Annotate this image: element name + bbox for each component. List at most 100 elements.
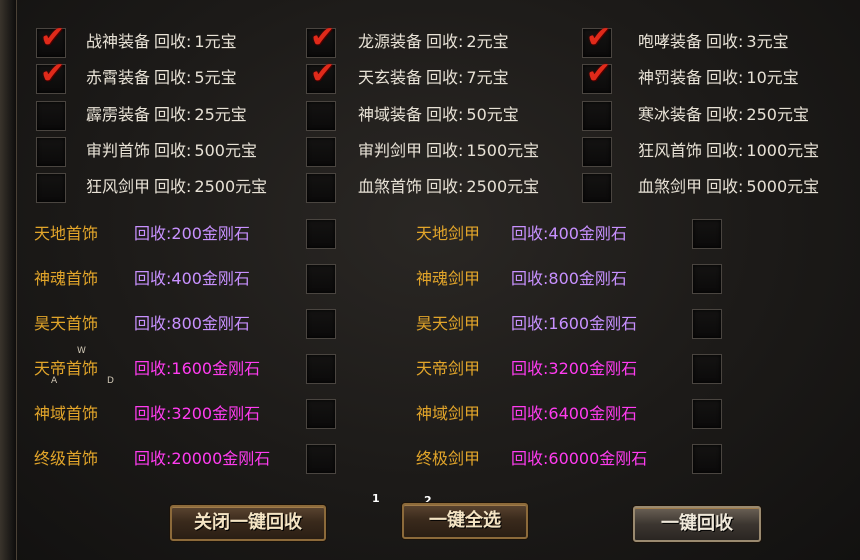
diamond-item-checkbox[interactable] xyxy=(306,219,336,249)
wasd-a-hint: A xyxy=(51,376,58,386)
diamond-item-checkbox[interactable] xyxy=(692,399,722,429)
item-label: 咆哮装备 回收: 3元宝 xyxy=(638,32,789,52)
item-checkbox[interactable] xyxy=(36,101,66,131)
item-label: 天玄装备 回收: 7元宝 xyxy=(358,68,509,88)
diamond-item-checkbox[interactable] xyxy=(306,264,336,294)
select-all-button[interactable]: 一键全选 xyxy=(402,503,528,539)
check-mark-icon: ✔ xyxy=(40,56,66,91)
hotkey-1-label: 1 xyxy=(372,492,380,505)
item-checkbox[interactable]: ✔ xyxy=(306,23,336,58)
item-checkbox[interactable] xyxy=(306,173,336,203)
diamond-item-name: 天地剑甲 xyxy=(416,224,481,243)
item-checkbox[interactable] xyxy=(582,101,612,131)
diamond-item-name: 天帝首饰 xyxy=(34,359,99,378)
item-name: 寒冰装备 xyxy=(638,105,703,124)
diamond-item-checkbox[interactable] xyxy=(692,309,722,339)
recycle-prefix: 回收: xyxy=(426,141,464,160)
item-price: 2元宝 xyxy=(466,32,509,51)
diamond-item-name: 昊天剑甲 xyxy=(416,314,481,333)
item-price: 1元宝 xyxy=(194,32,237,51)
item-label: 霹雳装备 回收: 25元宝 xyxy=(86,105,247,125)
recycle-prefix: 回收: xyxy=(154,105,192,124)
item-label: 审判剑甲 回收: 1500元宝 xyxy=(358,141,539,161)
item-name: 血煞首饰 xyxy=(358,177,423,196)
diamond-item-price: 回收:1600金刚石 xyxy=(134,359,261,378)
wasd-d-hint: D xyxy=(107,376,114,386)
item-checkbox[interactable] xyxy=(306,137,336,167)
item-checkbox[interactable] xyxy=(36,173,66,203)
recycle-prefix: 回收: xyxy=(426,105,464,124)
item-label: 审判首饰 回收: 500元宝 xyxy=(86,141,257,161)
item-label: 血煞首饰 回收: 2500元宝 xyxy=(358,177,539,197)
recycle-prefix: 回收: xyxy=(154,177,192,196)
recycle-prefix: 回收: xyxy=(154,68,192,87)
item-checkbox[interactable] xyxy=(582,137,612,167)
diamond-item-name: 天地首饰 xyxy=(34,224,99,243)
item-name: 审判剑甲 xyxy=(358,141,423,160)
item-price: 2500元宝 xyxy=(194,177,268,196)
item-name: 龙源装备 xyxy=(358,32,423,51)
diamond-item-name: 天帝剑甲 xyxy=(416,359,481,378)
recycle-prefix: 回收: xyxy=(706,105,744,124)
recycle-prefix: 回收: xyxy=(426,32,464,51)
recycle-button[interactable]: 一键回收 xyxy=(633,506,761,542)
diamond-item-checkbox[interactable] xyxy=(306,399,336,429)
diamond-item-checkbox[interactable] xyxy=(692,219,722,249)
item-checkbox[interactable]: ✔ xyxy=(582,59,612,94)
item-checkbox[interactable]: ✔ xyxy=(36,59,66,94)
item-price: 7元宝 xyxy=(466,68,509,87)
diamond-item-name: 神魂剑甲 xyxy=(416,269,481,288)
diamond-item-checkbox[interactable] xyxy=(692,264,722,294)
item-name: 霹雳装备 xyxy=(86,105,151,124)
item-label: 赤霄装备 回收: 5元宝 xyxy=(86,68,237,88)
diamond-item-price: 回收:400金刚石 xyxy=(511,224,627,243)
diamond-item-price: 回收:6400金刚石 xyxy=(511,404,638,423)
close-auto-recycle-button[interactable]: 关闭一键回收 xyxy=(170,505,326,541)
wasd-w-hint: W xyxy=(77,346,86,356)
diamond-item-checkbox[interactable] xyxy=(306,354,336,384)
diamond-item-price: 回收:20000金刚石 xyxy=(134,449,271,468)
diamond-item-checkbox[interactable] xyxy=(306,444,336,474)
item-label: 龙源装备 回收: 2元宝 xyxy=(358,32,509,52)
item-price: 500元宝 xyxy=(194,141,257,160)
recycle-prefix: 回收: xyxy=(426,177,464,196)
item-price: 1500元宝 xyxy=(466,141,540,160)
diamond-item-price: 回收:400金刚石 xyxy=(134,269,250,288)
recycle-prefix: 回收: xyxy=(154,32,192,51)
diamond-item-price: 回收:200金刚石 xyxy=(134,224,250,243)
diamond-item-checkbox[interactable] xyxy=(692,444,722,474)
check-mark-icon: ✔ xyxy=(586,56,612,91)
diamond-item-name: 昊天首饰 xyxy=(34,314,99,333)
diamond-item-name: 终极剑甲 xyxy=(416,449,481,468)
item-checkbox[interactable] xyxy=(582,173,612,203)
item-checkbox[interactable]: ✔ xyxy=(582,23,612,58)
item-checkbox[interactable] xyxy=(36,137,66,167)
diamond-item-price: 回收:800金刚石 xyxy=(134,314,250,333)
item-checkbox[interactable]: ✔ xyxy=(36,23,66,58)
item-name: 审判首饰 xyxy=(86,141,151,160)
diamond-item-checkbox[interactable] xyxy=(306,309,336,339)
window-frame-left xyxy=(0,0,17,560)
diamond-item-price: 回收:3200金刚石 xyxy=(134,404,261,423)
item-price: 250元宝 xyxy=(746,105,809,124)
item-name: 狂风首饰 xyxy=(638,141,703,160)
diamond-item-name: 终级首饰 xyxy=(34,449,99,468)
item-checkbox[interactable]: ✔ xyxy=(306,59,336,94)
diamond-item-price: 回收:3200金刚石 xyxy=(511,359,638,378)
recycle-prefix: 回收: xyxy=(706,177,744,196)
recycle-prefix: 回收: xyxy=(706,32,744,51)
item-name: 狂风剑甲 xyxy=(86,177,151,196)
recycle-prefix: 回收: xyxy=(154,141,192,160)
item-label: 狂风剑甲 回收: 2500元宝 xyxy=(86,177,267,197)
item-checkbox[interactable] xyxy=(306,101,336,131)
item-name: 咆哮装备 xyxy=(638,32,703,51)
item-name: 天玄装备 xyxy=(358,68,423,87)
item-label: 狂风首饰 回收: 1000元宝 xyxy=(638,141,819,161)
diamond-item-checkbox[interactable] xyxy=(692,354,722,384)
item-name: 血煞剑甲 xyxy=(638,177,703,196)
item-price: 1000元宝 xyxy=(746,141,820,160)
recycle-prefix: 回收: xyxy=(706,141,744,160)
item-label: 神罚装备 回收: 10元宝 xyxy=(638,68,799,88)
item-price: 10元宝 xyxy=(746,68,799,87)
recycle-prefix: 回收: xyxy=(426,68,464,87)
